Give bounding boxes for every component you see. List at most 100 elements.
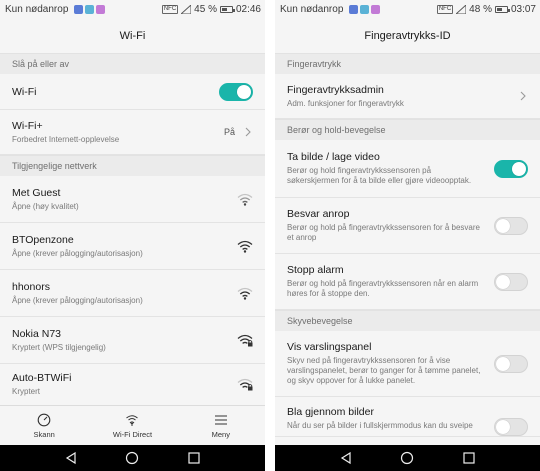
notification-panel-switch[interactable] xyxy=(494,354,528,373)
recents-icon[interactable] xyxy=(462,451,476,465)
network-item[interactable]: BTOpenzone Åpne (krever pålogging/autori… xyxy=(0,223,265,270)
answer-call-label: Besvar anrop xyxy=(287,208,350,220)
screenshot-stage: Kun nødanrop NFC 45 % 02:46 Wi-Fi Slå på… xyxy=(0,0,540,471)
menu-label: Meny xyxy=(211,429,230,439)
status-bar: Kun nødanrop NFC 45 % 02:46 xyxy=(0,0,265,19)
message-icon xyxy=(360,5,370,14)
wifi-plus-row[interactable]: Wi-Fi+ Forbedret Internett-opplevelse På xyxy=(0,110,265,155)
system-nav-bar xyxy=(0,445,265,471)
home-icon[interactable] xyxy=(400,451,414,465)
wifi-toggle-row[interactable]: Wi-Fi xyxy=(0,74,265,110)
wifi-screen: Kun nødanrop NFC 45 % 02:46 Wi-Fi Slå på… xyxy=(0,0,265,471)
wifi-direct-icon xyxy=(126,414,139,426)
signal-icon xyxy=(181,5,192,14)
carrier-text: Kun nødanrop xyxy=(280,4,344,15)
nfc-icon: NFC xyxy=(161,5,179,14)
wifi-open-icon xyxy=(237,287,253,300)
stop-alarm-description: Berør og hold på fingeravtrykkssensoren … xyxy=(287,279,479,298)
chevron-right-icon xyxy=(245,127,251,137)
clock: 02:46 xyxy=(235,4,261,15)
wifi-locked-icon xyxy=(237,334,253,346)
network-item[interactable]: hhonors Åpne (krever pålogging/autorisas… xyxy=(0,270,265,317)
scan-button[interactable]: Skann xyxy=(0,406,88,445)
wifi-label: Wi-Fi xyxy=(12,85,37,98)
fingerprint-screen: Kun nødanrop NFC 48 % 03:07 Fingeravtryk… xyxy=(275,0,540,471)
clock: 03:07 xyxy=(510,4,536,15)
photo-video-label: Ta bilde / lage video xyxy=(287,151,380,163)
browse-photos-row[interactable]: Bla gjennom bilder Når du ser på bilder … xyxy=(275,397,540,437)
carrier-text: Kun nødanrop xyxy=(5,4,69,15)
photo-video-description: Berør og hold fingeravtrykkssensoren på … xyxy=(287,166,472,185)
menu-button[interactable]: Meny xyxy=(177,406,265,445)
network-security: Åpne (krever pålogging/autorisasjon) xyxy=(12,295,143,305)
stop-alarm-switch[interactable] xyxy=(494,272,528,291)
section-header-toggle: Slå på eller av xyxy=(0,53,265,74)
notification-icons xyxy=(349,5,381,14)
chevron-right-icon xyxy=(520,91,526,101)
menu-icon xyxy=(214,414,227,425)
network-name: hhonors xyxy=(12,280,50,293)
battery-icon xyxy=(219,6,235,13)
network-security: Kryptert (WPS tilgjengelig) xyxy=(12,342,106,352)
network-security: Kryptert xyxy=(12,387,41,396)
system-nav-bar xyxy=(275,445,540,471)
notification-panel-description: Skyv ned på fingeravtrykkssensoren for å… xyxy=(287,356,481,385)
network-name: Nokia N73 xyxy=(12,327,62,340)
photo-video-switch[interactable] xyxy=(494,159,528,178)
network-name: BTOpenzone xyxy=(12,233,74,246)
notification-icons xyxy=(74,5,106,14)
network-name: Met Guest xyxy=(12,186,61,199)
stop-alarm-label: Stopp alarm xyxy=(287,264,344,276)
answer-call-switch[interactable] xyxy=(494,216,528,235)
nfc-icon: NFC xyxy=(436,5,454,14)
wifi-plus-label: Wi-Fi+ xyxy=(12,119,43,132)
page-title: Fingeravtrykks-ID xyxy=(275,19,540,53)
browse-photos-label: Bla gjennom bilder xyxy=(287,406,374,418)
photo-icon xyxy=(371,5,381,14)
fingerprint-admin-row[interactable]: Fingeravtrykksadmin Adm. funksjoner for … xyxy=(275,74,540,119)
fingerprint-admin-description: Adm. funksjoner for fingeravtrykk xyxy=(287,98,404,108)
wifi-open-icon xyxy=(237,193,253,206)
status-bar: Kun nødanrop NFC 48 % 03:07 xyxy=(275,0,540,19)
network-security: Åpne (høy kvalitet) xyxy=(12,201,79,211)
answer-call-description: Berør og hold på fingeravtrykkssensoren … xyxy=(287,223,480,242)
scan-label: Skann xyxy=(33,429,55,439)
network-item[interactable]: Nokia N73 Kryptert (WPS tilgjengelig) xyxy=(0,317,265,364)
message-icon xyxy=(349,5,359,14)
message-icon xyxy=(85,5,95,14)
wifi-locked-icon xyxy=(237,378,253,391)
battery-percent: 48 % xyxy=(469,4,492,15)
answer-call-row[interactable]: Besvar anrop Berør og hold på fingeravtr… xyxy=(275,198,540,254)
home-icon[interactable] xyxy=(125,451,139,465)
wifi-direct-button[interactable]: Wi-Fi Direct xyxy=(88,406,176,445)
section-header-swipe: Skyvebevegelse xyxy=(275,310,540,331)
wifi-switch[interactable] xyxy=(219,82,253,101)
stop-alarm-row[interactable]: Stopp alarm Berør og hold på fingeravtry… xyxy=(275,254,540,310)
wifi-direct-label: Wi-Fi Direct xyxy=(112,429,153,439)
bottom-action-bar: Skann Wi-Fi Direct Meny xyxy=(0,405,265,445)
wifi-plus-value: På xyxy=(223,127,235,137)
wifi-plus-description: Forbedret Internett-opplevelse xyxy=(12,134,120,144)
network-security: Åpne (krever pålogging/autorisasjon) xyxy=(12,248,143,258)
back-icon[interactable] xyxy=(339,451,353,465)
back-icon[interactable] xyxy=(64,451,78,465)
wifi-open-icon xyxy=(237,240,253,253)
notification-panel-label: Vis varslingspanel xyxy=(287,341,372,353)
signal-icon xyxy=(456,5,467,14)
browse-photos-description: Når du ser på bilder i fullskjermmodus k… xyxy=(287,421,473,430)
battery-percent: 45 % xyxy=(194,4,217,15)
browse-photos-switch[interactable] xyxy=(494,418,528,436)
network-item[interactable]: Met Guest Åpne (høy kvalitet) xyxy=(0,176,265,223)
notification-panel-row[interactable]: Vis varslingspanel Skyv ned på fingeravt… xyxy=(275,331,540,397)
network-item[interactable]: Auto-BTWiFi Kryptert xyxy=(0,364,265,406)
recents-icon[interactable] xyxy=(187,451,201,465)
photo-video-row[interactable]: Ta bilde / lage video Berør og hold fing… xyxy=(275,140,540,198)
section-header-networks: Tilgjengelige nettverk xyxy=(0,155,265,176)
fingerprint-admin-label: Fingeravtrykksadmin xyxy=(287,83,384,96)
scan-icon xyxy=(37,413,51,426)
section-header-touch-hold: Berør og hold-bevegelse xyxy=(275,119,540,140)
section-header-fingerprint: Fingeravtrykk xyxy=(275,53,540,74)
battery-icon xyxy=(494,6,510,13)
network-name: Auto-BTWiFi xyxy=(12,372,72,384)
network-list: Met Guest Åpne (høy kvalitet) BTOpenzone… xyxy=(0,176,265,406)
